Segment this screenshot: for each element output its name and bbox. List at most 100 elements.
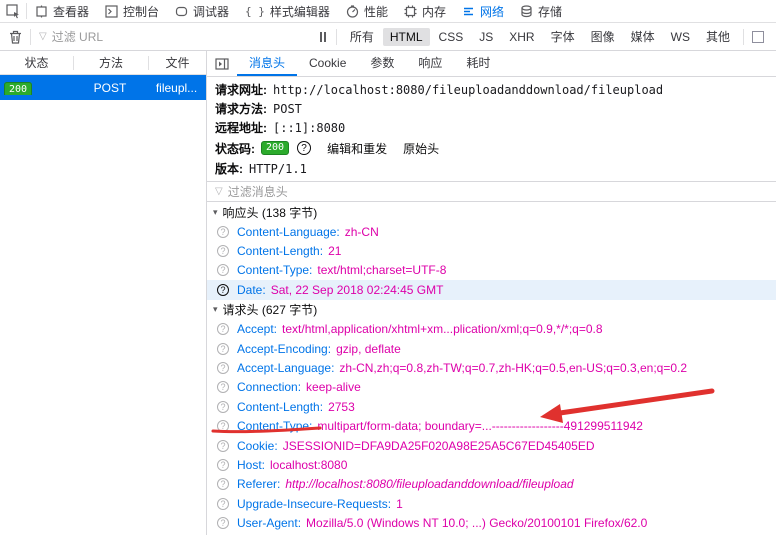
- header-help-icon[interactable]: [217, 420, 229, 433]
- header-value: JSESSIONID=DFA9DA25F020A98E25A5C67ED4540…: [282, 438, 595, 453]
- tab-network[interactable]: 网络: [454, 0, 512, 22]
- headers-panel: 请求网址: http://localhost:8080/fileuploadan…: [207, 77, 776, 535]
- status-cell: 200: [0, 81, 73, 95]
- remote-address-row: 远程地址: [::1]:8080: [207, 118, 776, 137]
- header-help-icon[interactable]: [217, 323, 229, 336]
- status-help-icon[interactable]: [297, 141, 312, 155]
- tab-timings[interactable]: 耗时: [454, 51, 502, 76]
- header-row[interactable]: Accept-Language: zh-CN,zh;q=0.8,zh-TW;q=…: [207, 358, 776, 377]
- header-value: zh-CN,zh;q=0.8,zh-TW;q=0.7,zh-HK;q=0.5,e…: [339, 361, 688, 376]
- tab-storage[interactable]: 存储: [512, 0, 570, 22]
- tab-performance[interactable]: 性能: [338, 0, 396, 22]
- header-help-icon[interactable]: [217, 381, 229, 394]
- style-editor-icon: { }: [245, 4, 265, 18]
- header-help-icon[interactable]: [217, 245, 229, 258]
- request-method-value: POST: [273, 101, 302, 116]
- filter-button[interactable]: WS: [664, 28, 697, 46]
- toolbar-checkbox[interactable]: [752, 30, 764, 43]
- header-help-icon[interactable]: [217, 225, 229, 238]
- header-help-icon[interactable]: [217, 283, 229, 296]
- filter-button[interactable]: HTML: [382, 27, 430, 46]
- pause-recording-button[interactable]: [310, 31, 336, 42]
- request-url-value: http://localhost:8080/fileuploadanddownl…: [273, 82, 664, 97]
- filter-button[interactable]: CSS: [432, 28, 471, 46]
- header-help-icon[interactable]: [217, 439, 229, 452]
- column-header-method[interactable]: 方法: [74, 54, 148, 71]
- header-row[interactable]: Content-Length: 2753: [207, 397, 776, 416]
- split-panel-toggle-button[interactable]: [207, 51, 237, 76]
- tab-response[interactable]: 响应: [406, 51, 454, 76]
- header-value: 1: [396, 496, 403, 511]
- header-help-icon[interactable]: [217, 362, 229, 375]
- header-help-icon[interactable]: [217, 478, 229, 491]
- header-help-icon[interactable]: [217, 264, 229, 277]
- tab-inspector[interactable]: 查看器: [27, 0, 97, 22]
- tab-params[interactable]: 参数: [358, 51, 406, 76]
- header-name: Content-Type:: [237, 419, 313, 434]
- filter-button[interactable]: 其他: [699, 26, 737, 47]
- header-value: text/html;charset=UTF-8: [317, 263, 447, 278]
- request-list-pane: 状态 方法 文件 200 POST fileupl...: [0, 51, 207, 535]
- column-header-file[interactable]: 文件: [149, 54, 206, 71]
- header-value: keep-alive: [306, 380, 361, 395]
- clear-requests-button[interactable]: [0, 30, 30, 44]
- tab-cookie[interactable]: Cookie: [297, 51, 358, 76]
- debugger-icon: [175, 6, 188, 16]
- tab-label: 网络: [479, 4, 504, 19]
- url-filter-input[interactable]: ▽ 过滤 URL: [31, 28, 310, 45]
- header-help-icon[interactable]: [217, 342, 229, 355]
- request-headers-toggle[interactable]: 请求头 (627 字节): [207, 300, 776, 320]
- edit-resend-button[interactable]: 编辑和重发: [327, 140, 387, 157]
- element-picker-icon: [5, 3, 19, 18]
- header-value: 21: [328, 244, 342, 259]
- header-row[interactable]: Content-Type: text/html;charset=UTF-8: [207, 261, 776, 280]
- filter-button[interactable]: JS: [472, 28, 500, 46]
- tab-memory[interactable]: 内存: [396, 0, 454, 22]
- filter-button[interactable]: 图像: [584, 26, 622, 47]
- console-icon: [105, 4, 118, 18]
- header-row[interactable]: Content-Length: 21: [207, 241, 776, 260]
- header-help-icon[interactable]: [217, 517, 229, 530]
- network-panel: 状态 方法 文件 200 POST fileupl... 消息头 Cookie …: [0, 51, 776, 535]
- header-row[interactable]: Connection: keep-alive: [207, 378, 776, 397]
- header-help-icon[interactable]: [217, 400, 229, 413]
- column-header-status[interactable]: 状态: [0, 54, 73, 71]
- request-row-selected[interactable]: 200 POST fileupl...: [0, 75, 206, 100]
- header-row[interactable]: Content-Type: multipart/form-data; bound…: [207, 417, 776, 436]
- request-details-pane: 消息头 Cookie 参数 响应 耗时 请求网址: http://localho…: [207, 51, 776, 535]
- headers-filter-input[interactable]: ▽ 过滤消息头: [207, 181, 776, 202]
- element-picker-button[interactable]: [0, 0, 26, 22]
- headers-filter-placeholder: 过滤消息头: [227, 185, 288, 199]
- inspector-icon: [36, 5, 47, 17]
- header-row[interactable]: Content-Language: zh-CN: [207, 222, 776, 241]
- tab-headers[interactable]: 消息头: [237, 51, 298, 76]
- header-value: 2753: [328, 399, 355, 414]
- header-row[interactable]: User-Agent: Mozilla/5.0 (Windows NT 10.0…: [207, 513, 776, 532]
- filter-button[interactable]: XHR: [502, 28, 541, 46]
- remote-address-value: [::1]:8080: [273, 120, 346, 135]
- header-value: gzip, deflate: [336, 341, 401, 356]
- filter-button[interactable]: 所有: [343, 26, 381, 47]
- header-name: Content-Length:: [237, 244, 324, 259]
- raw-headers-button[interactable]: 原始头: [403, 140, 439, 157]
- header-row[interactable]: Accept: text/html,application/xhtml+xm..…: [207, 320, 776, 339]
- header-row[interactable]: Accept-Encoding: gzip, deflate: [207, 339, 776, 358]
- header-help-icon[interactable]: [217, 497, 229, 510]
- header-row[interactable]: Date: Sat, 22 Sep 2018 02:24:45 GMT: [207, 280, 776, 300]
- header-name: Content-Type:: [237, 263, 313, 278]
- header-row[interactable]: Cookie: JSESSIONID=DFA9DA25F020A98E25A5C…: [207, 436, 776, 455]
- status-code-badge: 200: [261, 141, 290, 155]
- header-row[interactable]: Host: localhost:8080: [207, 455, 776, 474]
- tab-debugger[interactable]: 调试器: [167, 0, 237, 22]
- tab-console[interactable]: 控制台: [97, 0, 167, 22]
- header-row[interactable]: Upgrade-Insecure-Requests: 1: [207, 494, 776, 513]
- filter-button[interactable]: 字体: [544, 26, 582, 47]
- header-row[interactable]: Referer: http://localhost:8080/fileuploa…: [207, 475, 776, 494]
- header-help-icon[interactable]: [217, 458, 229, 471]
- storage-icon: [521, 4, 532, 17]
- tab-label: 内存: [421, 4, 446, 19]
- header-name: Content-Length:: [237, 399, 324, 414]
- filter-button[interactable]: 媒体: [624, 26, 662, 47]
- tab-style-editor[interactable]: { } 样式编辑器: [237, 0, 338, 22]
- response-headers-toggle[interactable]: 响应头 (138 字节): [207, 202, 776, 222]
